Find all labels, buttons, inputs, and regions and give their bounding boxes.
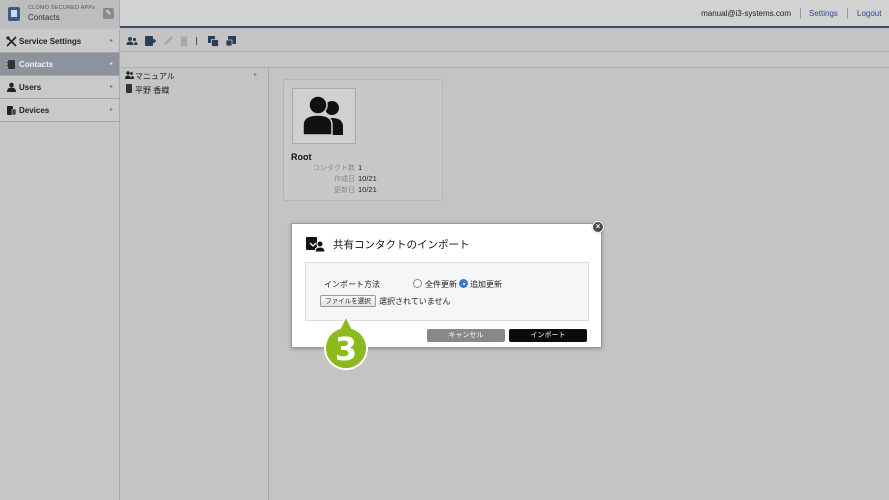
chevron-right-icon: ▸ [109, 107, 113, 113]
tree-header-strip [121, 53, 889, 68]
chevron-right-icon: ▸ [109, 38, 113, 44]
sidebar-item-devices[interactable]: Devices ▸ [0, 99, 119, 122]
card-row-key: コンタクト数 [313, 165, 355, 172]
card-row: 更新日 10/21 [284, 185, 444, 195]
sidebar-item-service-settings[interactable]: Service Settings ▸ [0, 30, 119, 53]
tree-item-label: 平野 香織 [135, 86, 170, 95]
settings-link[interactable]: Settings [809, 9, 838, 18]
chevron-right-icon: ▸ [109, 61, 113, 67]
header-divider [800, 8, 801, 19]
device-icon [6, 105, 17, 116]
app-brand[interactable]: CLOMO SECURED APPs Contacts ✎ [0, 0, 120, 28]
tree-item-group[interactable]: マニュアル ▸ [125, 71, 265, 83]
card-row-key: 作成日 [334, 176, 355, 183]
copy-contact-icon[interactable] [207, 35, 219, 47]
card-row: 作成日 10/21 [284, 174, 444, 184]
close-icon[interactable]: × [592, 221, 604, 233]
radio-add-update[interactable] [459, 279, 468, 288]
card-row-key: 更新日 [334, 187, 355, 194]
contact-tree: マニュアル ▸ 平野 香織 [121, 68, 269, 500]
trash-icon[interactable] [178, 35, 190, 47]
contact-card-icon [125, 84, 135, 95]
sidebar-item-label: Service Settings [19, 37, 82, 46]
tools-icon [6, 36, 17, 47]
sidebar: Service Settings ▸ Contacts ▸ Users ▸ De… [0, 30, 120, 500]
brand-title: Contacts [28, 13, 60, 22]
group-name: Root [291, 152, 312, 162]
tree-item-label: マニュアル [135, 72, 175, 81]
contacts-book-icon [6, 59, 17, 70]
group-silhouette-icon [302, 95, 343, 136]
radio-add-update-label[interactable]: 追加更新 [470, 279, 502, 290]
cancel-button[interactable]: キャンセル [427, 329, 505, 342]
card-row-value: 1 [358, 163, 363, 172]
group-avatar [292, 88, 356, 144]
import-form: インポート方法 全件更新 追加更新 ファイルを選択 選択されていません [305, 262, 589, 321]
chevron-right-icon: ▸ [253, 72, 257, 78]
step-number: 3 [334, 330, 358, 368]
user-email: manual@i3-systems.com [701, 9, 791, 18]
user-icon [6, 82, 17, 93]
chevron-right-icon: ▸ [109, 84, 113, 90]
toolbar [121, 30, 889, 52]
import-method-label: インポート方法 [324, 280, 380, 289]
add-contact-icon[interactable] [144, 35, 156, 47]
toolbar-divider [196, 37, 197, 45]
choose-file-button[interactable]: ファイルを選択 [320, 295, 376, 307]
add-user-icon[interactable] [126, 35, 138, 47]
radio-full-update-label[interactable]: 全件更新 [425, 279, 457, 290]
import-export-icon[interactable] [225, 35, 237, 47]
header-divider [847, 8, 848, 19]
card-row-value: 10/21 [358, 185, 377, 194]
group-info-card: Root コンタクト数 1 作成日 10/21 更新日 10/21 [283, 79, 443, 201]
tree-item-contact[interactable]: 平野 香織 [125, 84, 169, 96]
sidebar-item-users[interactable]: Users ▸ [0, 76, 119, 99]
card-row-value: 10/21 [358, 174, 377, 183]
card-row: コンタクト数 1 [284, 163, 444, 173]
brand-subtitle: CLOMO SECURED APPs [28, 5, 96, 11]
sidebar-item-label: Devices [19, 106, 50, 115]
import-contacts-icon [306, 236, 326, 253]
sidebar-item-label: Contacts [19, 60, 54, 69]
dialog-title: 共有コンタクトのインポート [333, 239, 470, 251]
radio-full-update[interactable] [413, 279, 422, 288]
edit-icon[interactable]: ✎ [103, 8, 114, 19]
top-bar: CLOMO SECURED APPs Contacts ✎ manual@i3-… [0, 0, 889, 28]
file-status-text: 選択されていません [379, 297, 451, 306]
sidebar-item-contacts[interactable]: Contacts ▸ [0, 53, 119, 76]
edit-pencil-icon[interactable] [162, 35, 174, 47]
app-logo-icon [8, 7, 20, 21]
logout-link[interactable]: Logout [857, 9, 881, 18]
group-icon [125, 71, 135, 81]
sidebar-item-label: Users [19, 83, 42, 92]
import-button[interactable]: インポート [509, 329, 587, 342]
